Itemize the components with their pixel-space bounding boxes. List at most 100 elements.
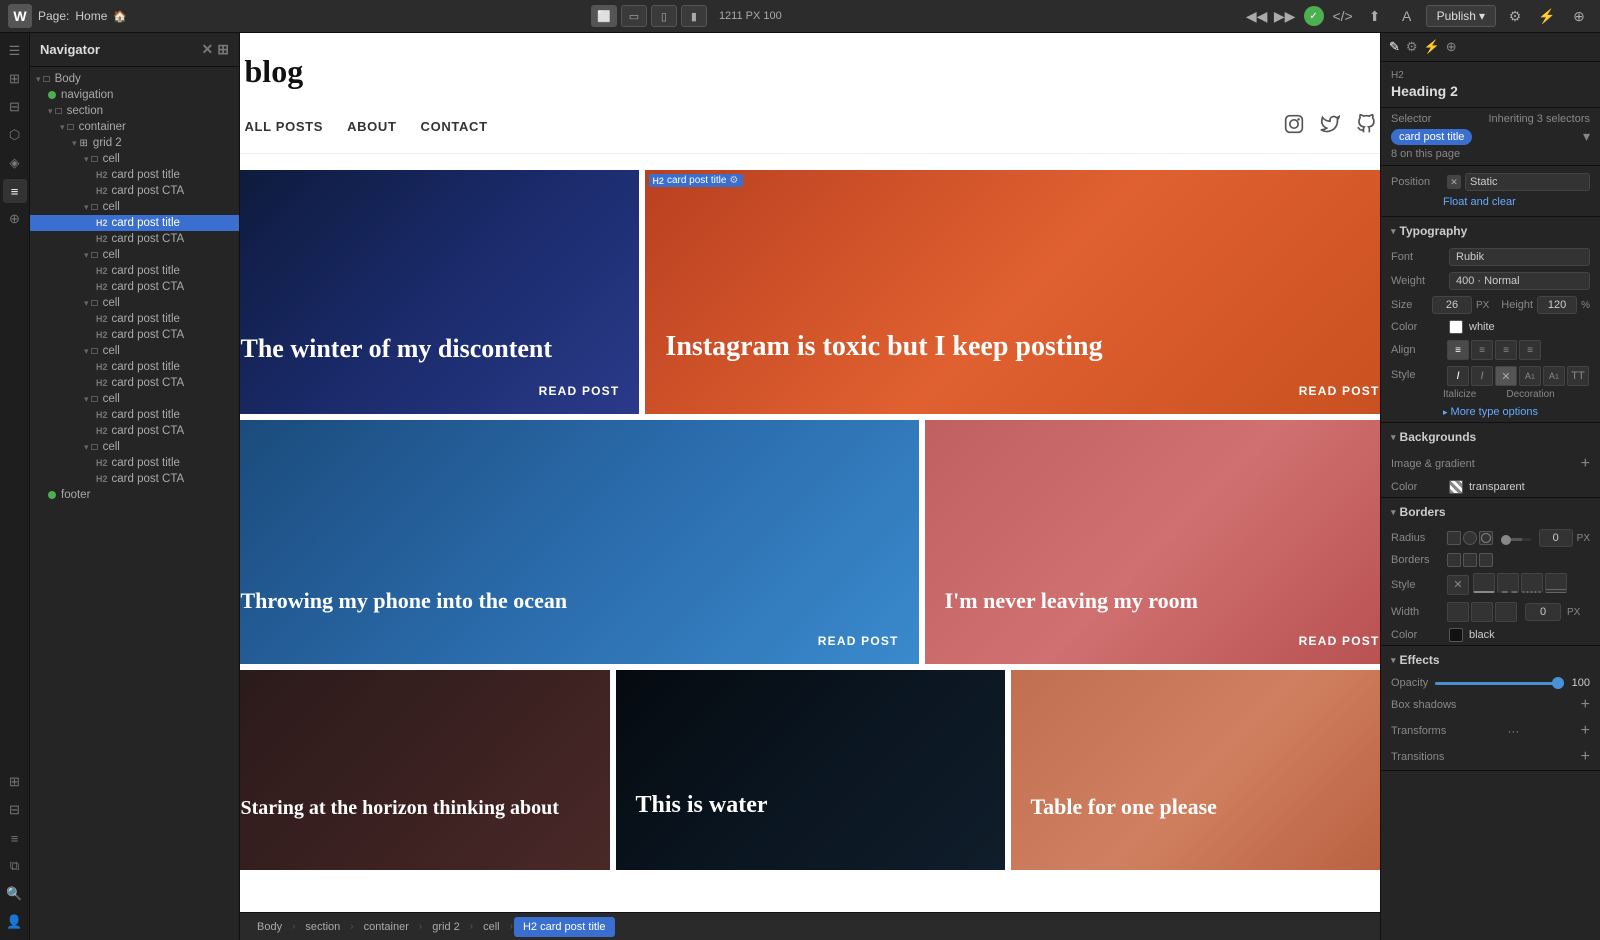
card-3[interactable]: Throwing my phone into the ocean READ PO… <box>240 420 919 664</box>
tree-item-cell-4[interactable]: ▾ □ cell <box>30 295 239 311</box>
tree-item-card-title-7[interactable]: H2 card post title <box>30 455 239 471</box>
tree-item-cell-3[interactable]: ▾ □ cell <box>30 247 239 263</box>
border-width-top-icon[interactable] <box>1471 602 1493 622</box>
tree-item-card-title-3[interactable]: H2 card post title <box>30 263 239 279</box>
bg-color-swatch[interactable] <box>1449 480 1463 494</box>
align-justify-button[interactable]: ≡ <box>1519 340 1541 360</box>
nav-link-about[interactable]: ABOUT <box>347 119 396 134</box>
mobile-icon[interactable]: ▮ <box>681 5 707 27</box>
element-settings-icon[interactable]: ⚙ <box>729 175 738 186</box>
radius-input[interactable] <box>1539 529 1573 547</box>
uppercase-button[interactable]: TT <box>1567 366 1589 386</box>
more-icon[interactable]: ⊕ <box>1566 3 1592 29</box>
code-icon[interactable]: </> <box>1330 3 1356 29</box>
bc-grid2[interactable]: grid 2 <box>423 917 469 937</box>
assets-icon[interactable]: ◈ <box>3 151 27 175</box>
border-width-input[interactable] <box>1525 603 1561 621</box>
add-transition-button[interactable]: + <box>1581 748 1590 766</box>
style-x-button[interactable]: ✕ <box>1495 366 1517 386</box>
desktop-icon[interactable]: ⬜ <box>591 5 617 27</box>
border-top-icon[interactable] <box>1463 553 1477 567</box>
apps-icon[interactable]: ⚡ <box>1534 3 1560 29</box>
preview-icon[interactable]: A <box>1394 3 1420 29</box>
tree-item-cell-5[interactable]: ▾ □ cell <box>30 343 239 359</box>
border-all-icon[interactable] <box>1447 553 1461 567</box>
add-transform-button[interactable]: + <box>1581 722 1590 740</box>
color-swatch[interactable] <box>1449 320 1463 334</box>
card-3-cta[interactable]: READ POST <box>818 634 899 648</box>
style-panel-icon[interactable]: ✎ <box>1389 39 1400 55</box>
more-type-options-link[interactable]: ▸ More type options <box>1381 404 1600 422</box>
card-7[interactable]: Table for one please <box>1011 670 1381 870</box>
tree-item-cell-6[interactable]: ▾ □ cell <box>30 391 239 407</box>
weight-select[interactable]: 400 · Normal 700 · Bold 300 · Light <box>1449 272 1590 290</box>
tree-item-container[interactable]: ▾ □ container <box>30 119 239 135</box>
tree-item-card-cta-5[interactable]: H2 card post CTA <box>30 375 239 391</box>
tablet-portrait-icon[interactable]: ▯ <box>651 5 677 27</box>
border-solid-button[interactable] <box>1473 573 1495 593</box>
transforms-more-button[interactable]: ··· <box>1507 724 1519 738</box>
height-input[interactable] <box>1537 296 1577 314</box>
twitter-icon[interactable] <box>1320 114 1340 139</box>
navigator-toggle-icon[interactable]: ☰ <box>3 39 27 63</box>
card-1[interactable]: The winter of my discontent READ POST <box>240 170 639 414</box>
opacity-slider[interactable] <box>1435 682 1564 685</box>
radius-slider-icon[interactable] <box>1479 531 1493 545</box>
tree-item-card-title-1[interactable]: H2 card post title <box>30 167 239 183</box>
tree-item-card-cta-7[interactable]: H2 card post CTA <box>30 471 239 487</box>
selector-dropdown-icon[interactable]: ▾ <box>1583 128 1590 145</box>
pages-icon[interactable]: ⊞ <box>3 67 27 91</box>
interactions-panel-icon[interactable]: ⚡ <box>1424 39 1440 55</box>
tree-item-footer[interactable]: footer <box>30 487 239 503</box>
align-center-button[interactable]: ≡ <box>1471 340 1493 360</box>
bc-card-post-title[interactable]: H2 card post title <box>514 917 615 937</box>
font-select[interactable]: Rubik Inter Roboto <box>1449 248 1590 266</box>
publish-button[interactable]: Publish ▾ <box>1426 5 1496 27</box>
share-icon[interactable]: ⬆ <box>1362 3 1388 29</box>
tree-item-cell-2[interactable]: ▾ □ cell <box>30 199 239 215</box>
radius-square-icon[interactable] <box>1447 531 1461 545</box>
github-icon[interactable] <box>1356 114 1376 139</box>
add-box-shadow-button[interactable]: + <box>1581 696 1590 714</box>
tree-item-card-cta-1[interactable]: H2 card post CTA <box>30 183 239 199</box>
tree-item-card-cta-2[interactable]: H2 card post CTA <box>30 231 239 247</box>
float-clear-link[interactable]: Float and clear <box>1381 194 1600 212</box>
border-double-button[interactable] <box>1545 573 1567 593</box>
card-4-cta[interactable]: READ POST <box>1299 634 1380 648</box>
tree-item-navigation[interactable]: navigation <box>30 87 239 103</box>
align-left-button[interactable]: ≡ <box>1447 340 1469 360</box>
tree-item-card-title-6[interactable]: H2 card post title <box>30 407 239 423</box>
card-1-cta[interactable]: READ POST <box>539 384 620 398</box>
instagram-icon[interactable] <box>1284 114 1304 139</box>
backgrounds-header[interactable]: ▾ Backgrounds <box>1381 423 1600 451</box>
add-background-button[interactable]: + <box>1581 455 1590 473</box>
italic-button[interactable]: I <box>1447 366 1469 386</box>
styles-icon[interactable]: ≡ <box>3 179 27 203</box>
border-dotted-button[interactable] <box>1521 573 1543 593</box>
border-style-none-button[interactable]: ✕ <box>1447 575 1469 595</box>
redo-button[interactable]: ▶▶ <box>1272 3 1298 29</box>
border-color-swatch[interactable] <box>1449 628 1463 642</box>
card-5[interactable]: Staring at the horizon thinking about <box>240 670 610 870</box>
tree-item-body[interactable]: ▾ □ Body <box>30 71 239 87</box>
effects-header[interactable]: ▾ Effects <box>1381 646 1600 674</box>
undo-button[interactable]: ◀◀ <box>1244 3 1270 29</box>
borders-header[interactable]: ▾ Borders <box>1381 498 1600 526</box>
navigator-expand-icon[interactable]: ⊞ <box>217 41 229 58</box>
position-clear-button[interactable]: ✕ <box>1447 175 1461 189</box>
tree-item-grid2[interactable]: ▾ ⊞ grid 2 <box>30 135 239 151</box>
tree-item-cell-1[interactable]: ▾ □ cell <box>30 151 239 167</box>
navigator-close-icon[interactable]: ✕ <box>202 41 214 58</box>
grid-view-icon[interactable]: ⊞ <box>3 770 27 794</box>
card-2-cta[interactable]: READ POST <box>1299 384 1380 398</box>
superscript-button[interactable]: A1 <box>1519 366 1541 386</box>
bc-cell[interactable]: cell <box>474 917 509 937</box>
border-width-side-icon[interactable] <box>1495 602 1517 622</box>
breakpoints-icon[interactable]: ≡ <box>3 826 27 850</box>
radius-slider[interactable] <box>1501 538 1531 541</box>
card-4[interactable]: I'm never leaving my room READ POST <box>925 420 1380 664</box>
border-dashed-button[interactable] <box>1497 573 1519 593</box>
radius-circle-icon[interactable] <box>1463 531 1477 545</box>
tablet-landscape-icon[interactable]: ▭ <box>621 5 647 27</box>
typography-header[interactable]: ▾ Typography <box>1381 217 1600 245</box>
